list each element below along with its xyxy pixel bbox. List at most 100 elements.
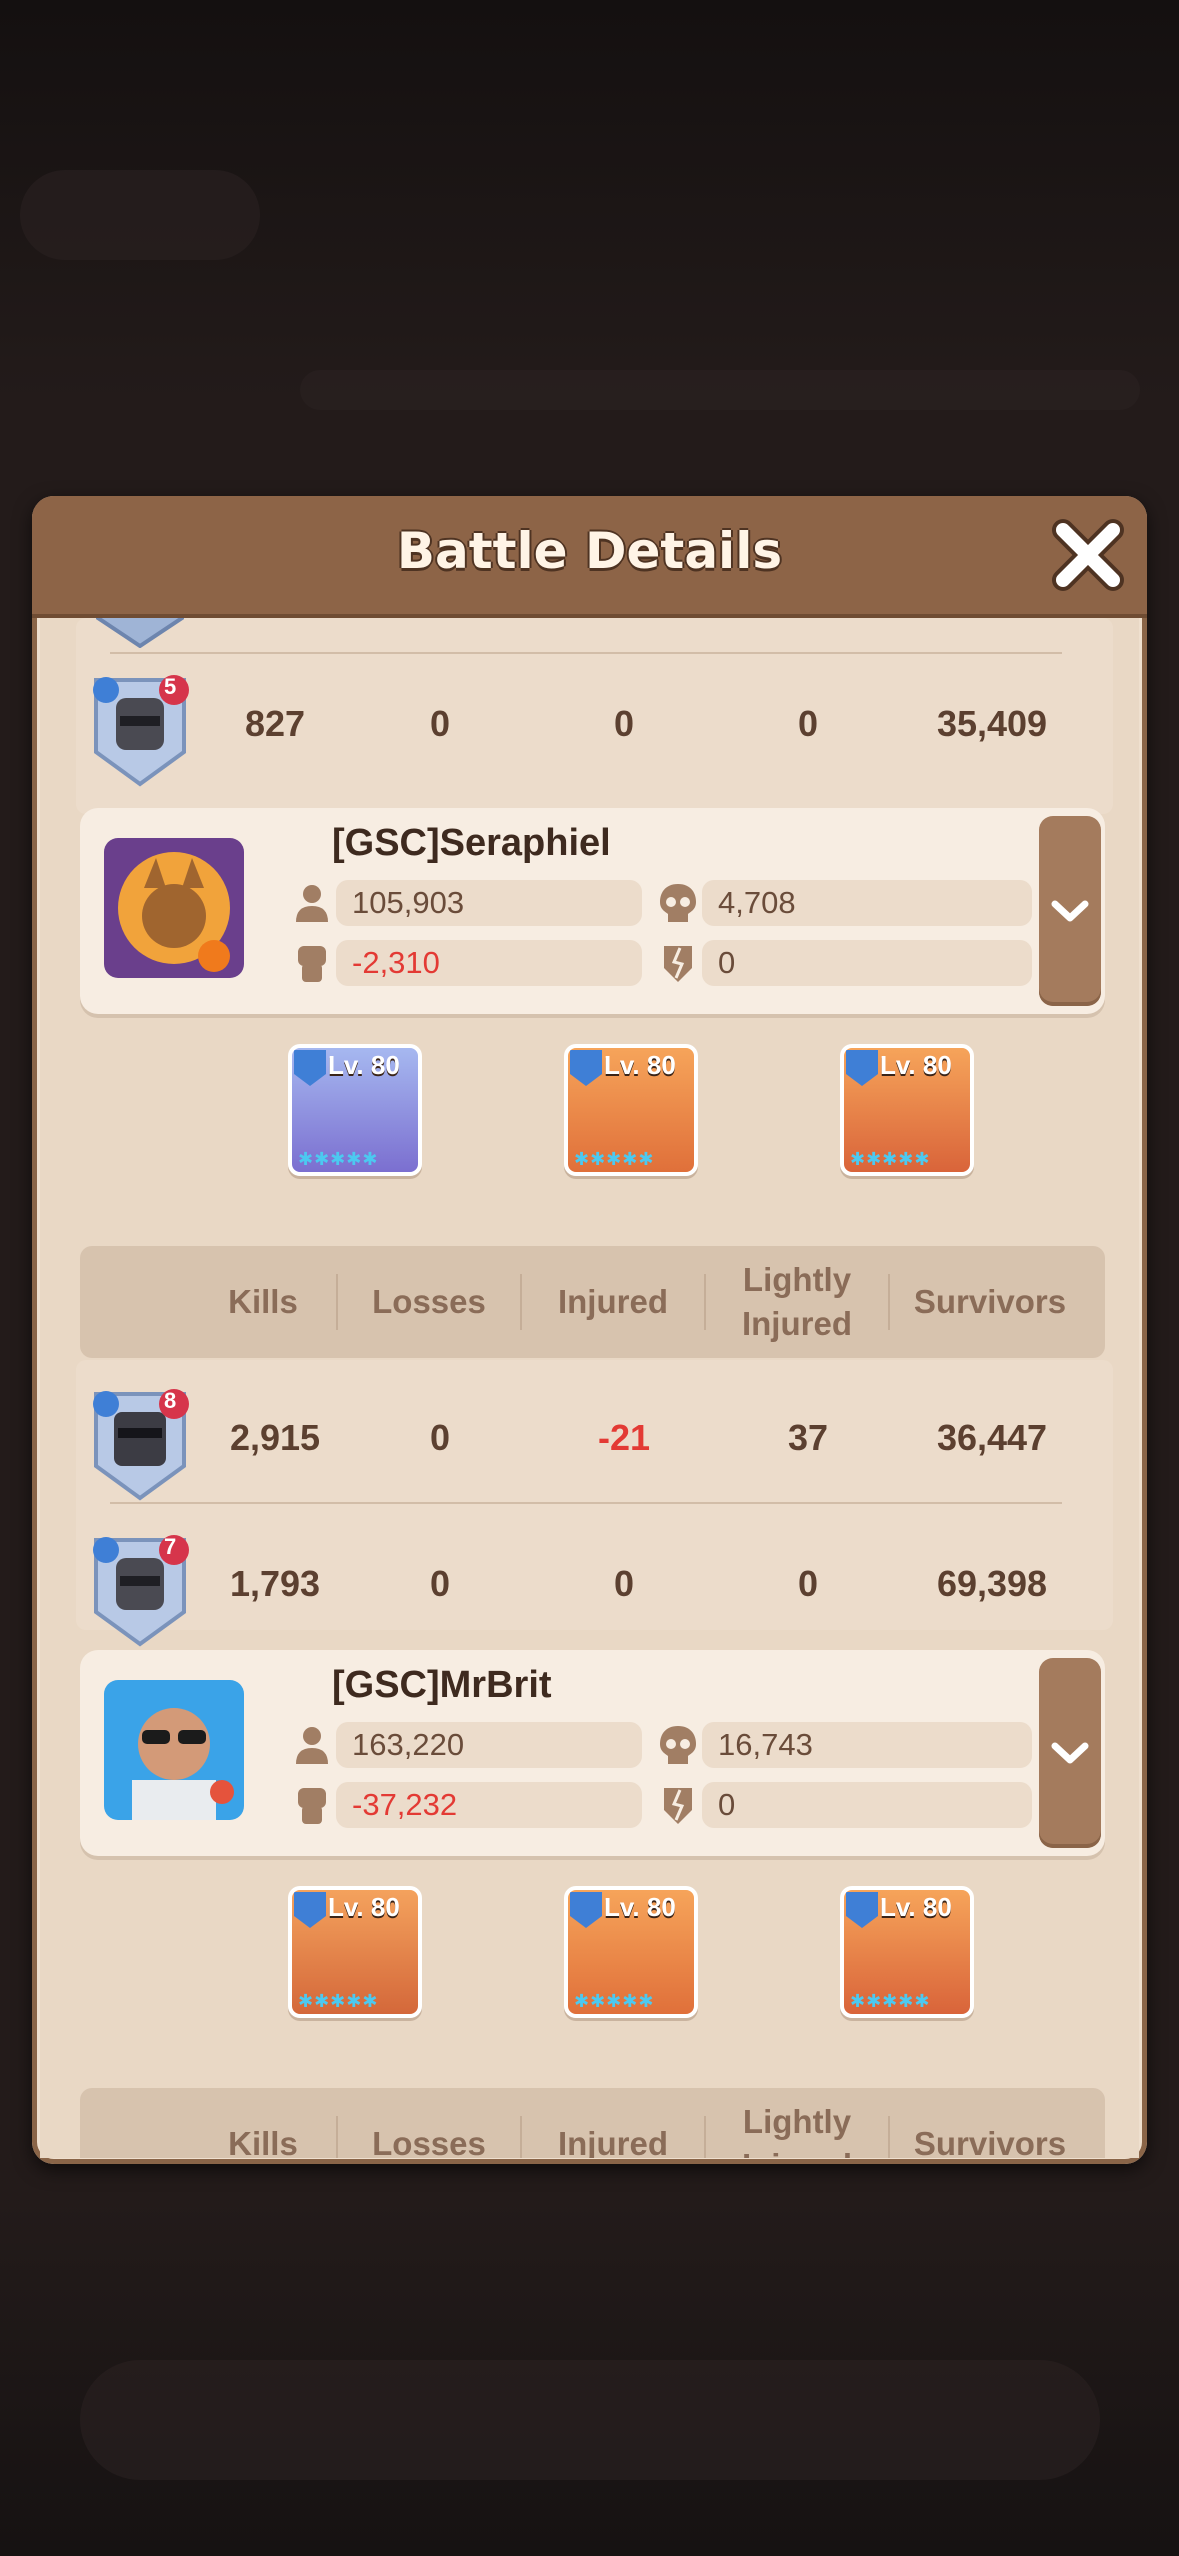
losses-value: 0 <box>429 703 451 744</box>
commander-level: Lv. 80 <box>604 1050 676 1080</box>
injured-value: 0 <box>613 703 635 744</box>
defense-type-icon <box>570 1050 602 1086</box>
commander-portrait[interactable]: Lv. 80 ✱✱✱✱✱ <box>288 1044 422 1176</box>
unit-row: 8 2,915 0 -21 37 36,447 <box>76 1378 1113 1501</box>
commander-portrait[interactable]: Lv. 80 ✱✱✱✱✱ <box>288 1886 422 2018</box>
lightly-injured-value: 0 <box>797 1563 819 1604</box>
table-header: Kills Losses Injured Lightly Injured Sur… <box>80 1246 1105 1358</box>
kills-value: 827 <box>244 703 306 744</box>
troops-stat: 163,220 <box>296 1722 642 1768</box>
kills-stat: 16,743 <box>660 1722 1032 1768</box>
fist-icon <box>298 946 326 982</box>
battle-details-modal: Battle Details 5 827 0 0 0 35,409 [GSC]S… <box>32 496 1147 2164</box>
player-name: [GSC]MrBrit <box>332 1664 552 1706</box>
background-blur <box>300 370 1140 410</box>
unit-row: 5 827 0 0 0 35,409 <box>76 664 1113 787</box>
close-icon <box>1052 519 1124 591</box>
troops-value: 105,903 <box>352 885 465 920</box>
unit-level: 7 <box>164 1534 177 1559</box>
column-kills: Kills <box>228 2125 298 2158</box>
column-losses: Losses <box>372 1283 486 1320</box>
table-header: Kills Losses Injured Lightly Injured Sur… <box>80 2088 1105 2158</box>
defense-type-icon <box>294 1892 326 1928</box>
power-stat: -2,310 <box>298 940 642 986</box>
commander-portrait[interactable]: Lv. 80 ✱✱✱✱✱ <box>564 1886 698 2018</box>
close-button[interactable] <box>1051 518 1125 592</box>
background-blur <box>20 170 260 260</box>
player-card-seraphiel[interactable]: [GSC]Seraphiel 105,903 4,708 -2,310 0 <box>80 808 1105 1014</box>
commander-stars: ✱✱✱✱✱ <box>298 1149 379 1170</box>
column-lightly-line1: Lightly <box>742 1261 852 1298</box>
injured-value: -21 <box>597 1417 651 1458</box>
unit-badge: 7 <box>88 1532 192 1648</box>
attack-type-icon <box>846 1892 878 1928</box>
column-injured: Injured <box>557 1283 668 1320</box>
background-blur <box>80 2360 1100 2480</box>
wounded-stat: 0 <box>664 1782 1032 1828</box>
commander-stars: ✱✱✱✱✱ <box>850 1149 931 1170</box>
commander-row: Lv. 80 ✱✱✱✱✱ Lv. 80 ✱✱✱✱✱ Lv. 80 ✱✱✱✱✱ <box>76 1018 1113 1228</box>
lightly-injured-value: 37 <box>787 1417 829 1458</box>
troops-icon <box>296 885 328 922</box>
battle-details-scroll[interactable]: 5 827 0 0 0 35,409 [GSC]Seraphiel 105,90… <box>40 618 1139 2158</box>
modal-title: Battle Details <box>396 522 783 580</box>
column-lightly-line1: Lightly <box>742 2103 852 2140</box>
column-survivors: Survivors <box>913 1283 1067 1320</box>
commander-row: Lv. 80 ✱✱✱✱✱ Lv. 80 ✱✱✱✱✱ Lv. 80 ✱✱✱✱✱ <box>76 1860 1113 2070</box>
survivors-value: 36,447 <box>936 1417 1048 1458</box>
commander-level: Lv. 80 <box>328 1050 400 1080</box>
skull-icon <box>660 884 696 922</box>
commander-level: Lv. 80 <box>880 1050 952 1080</box>
injured-value: 0 <box>613 1563 635 1604</box>
row-divider <box>110 652 1062 654</box>
power-value: -37,232 <box>352 1787 458 1822</box>
avatar <box>104 838 244 978</box>
row-divider <box>110 1502 1062 1504</box>
commander-stars: ✱✱✱✱✱ <box>298 1991 379 2012</box>
column-injured: Injured <box>557 2125 668 2158</box>
losses-value: 0 <box>429 1563 451 1604</box>
kills-stat-value: 16,743 <box>718 1727 813 1762</box>
wounded-value: 0 <box>718 945 736 980</box>
chevron-down-icon <box>1051 1742 1089 1764</box>
wounded-value: 0 <box>718 1787 736 1822</box>
unit-level: 5 <box>164 674 177 699</box>
avatar <box>104 1680 244 1820</box>
unit-badge: 5 <box>88 672 192 788</box>
survivors-value: 69,398 <box>936 1563 1048 1604</box>
unit-badge: 8 <box>88 1386 192 1502</box>
expand-button[interactable] <box>1039 1658 1101 1848</box>
chevron-down-icon <box>1051 900 1089 922</box>
expand-button[interactable] <box>1039 816 1101 1006</box>
lightly-injured-value: 0 <box>797 703 819 744</box>
commander-stars: ✱✱✱✱✱ <box>574 1991 655 2012</box>
broken-shield-icon <box>664 1788 692 1824</box>
kills-value: 1,793 <box>229 1563 321 1604</box>
commander-portrait[interactable]: Lv. 80 ✱✱✱✱✱ <box>564 1044 698 1176</box>
unit-level: 8 <box>164 1388 177 1413</box>
column-lightly-line2: Injured <box>741 1305 852 1342</box>
player-name: [GSC]Seraphiel <box>332 822 611 864</box>
archer-type-icon <box>846 1050 878 1086</box>
fist-icon <box>298 1788 326 1824</box>
kills-stat: 4,708 <box>660 880 1032 926</box>
wounded-stat: 0 <box>664 940 1032 986</box>
broken-shield-icon <box>664 946 692 982</box>
survivors-value: 35,409 <box>936 703 1048 744</box>
losses-value: 0 <box>429 1417 451 1458</box>
commander-stars: ✱✱✱✱✱ <box>850 1991 931 2012</box>
commander-level: Lv. 80 <box>604 1892 676 1922</box>
skull-icon <box>660 1726 696 1764</box>
commander-portrait[interactable]: Lv. 80 ✱✱✱✱✱ <box>840 1044 974 1176</box>
column-losses: Losses <box>372 2125 486 2158</box>
troops-icon <box>296 1727 328 1764</box>
unit-row: 7 1,793 0 0 0 69,398 <box>76 1524 1113 1647</box>
commander-portrait[interactable]: Lv. 80 ✱✱✱✱✱ <box>840 1886 974 2018</box>
column-lightly-injured: Lightly Injured <box>706 1246 888 1358</box>
modal-header: Battle Details <box>32 496 1147 618</box>
column-lightly-line2: Injured <box>742 2144 852 2158</box>
player-card-mrbrit[interactable]: [GSC]MrBrit 163,220 16,743 -37,232 0 <box>80 1650 1105 1856</box>
attack-type-icon <box>294 1050 326 1086</box>
commander-stars: ✱✱✱✱✱ <box>574 1149 655 1170</box>
column-kills: Kills <box>228 1283 298 1320</box>
